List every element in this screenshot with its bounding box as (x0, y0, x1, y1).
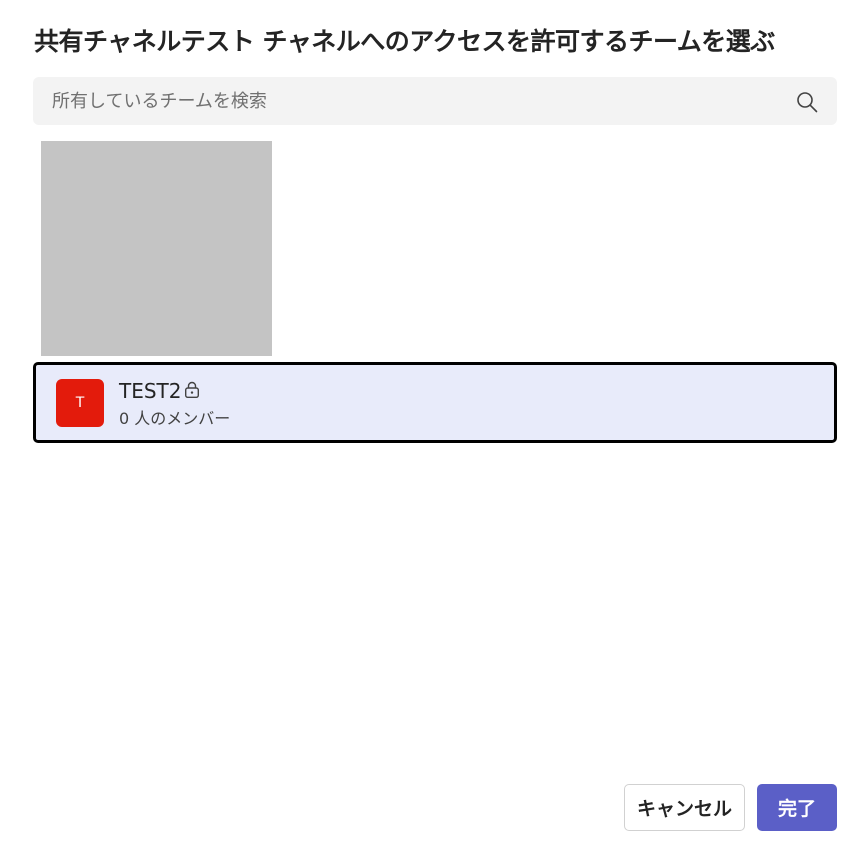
search-box (33, 77, 837, 125)
cancel-button[interactable]: キャンセル (624, 784, 745, 831)
team-member-count: 0 人のメンバー (119, 409, 231, 428)
team-name: TEST2 (119, 379, 182, 403)
search-icon[interactable] (795, 90, 819, 114)
image-placeholder (41, 141, 272, 356)
dialog-title: 共有チャネルテスト チャネルへのアクセスを許可するチームを選ぶ (34, 27, 775, 56)
done-button[interactable]: 完了 (757, 784, 837, 831)
team-avatar-letter: T (75, 395, 85, 411)
search-input[interactable] (33, 77, 773, 125)
team-list-item[interactable]: T TEST2 0 人のメンバー (33, 362, 837, 443)
team-avatar: T (56, 379, 104, 427)
lock-icon (183, 381, 201, 399)
